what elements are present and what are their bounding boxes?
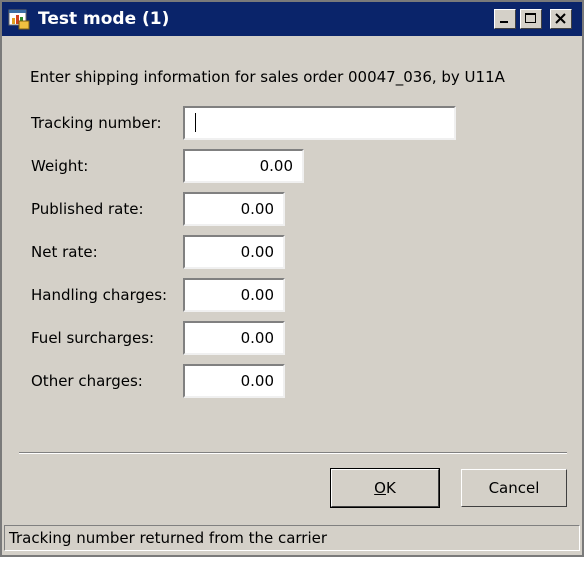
- cancel-button[interactable]: Cancel: [461, 469, 567, 507]
- dialog-window: Test mode (1) Enter shipping information…: [0, 0, 584, 557]
- fuel-surcharges-label: Fuel surcharges:: [31, 329, 155, 347]
- weight-input[interactable]: [183, 149, 304, 183]
- other-charges-label: Other charges:: [31, 372, 143, 390]
- ok-mnemonic: O: [374, 479, 386, 497]
- close-button[interactable]: [550, 9, 572, 29]
- tracking-number-label: Tracking number:: [31, 114, 162, 132]
- minimize-button[interactable]: [494, 9, 516, 29]
- published-rate-label: Published rate:: [31, 200, 144, 218]
- status-text: Tracking number returned from the carrie…: [9, 529, 328, 547]
- published-rate-input[interactable]: [183, 192, 285, 226]
- other-charges-input[interactable]: [183, 364, 285, 398]
- handling-charges-input[interactable]: [183, 278, 285, 312]
- status-bar: Tracking number returned from the carrie…: [4, 525, 580, 551]
- net-rate-label: Net rate:: [31, 243, 98, 261]
- fuel-surcharges-input[interactable]: [183, 321, 285, 355]
- separator: [19, 452, 567, 454]
- intro-text: Enter shipping information for sales ord…: [30, 68, 505, 86]
- app-icon: [8, 8, 30, 30]
- close-icon: [555, 13, 566, 24]
- tracking-number-input[interactable]: [183, 106, 456, 140]
- ok-label-rest: K: [385, 479, 396, 497]
- window-title: Test mode (1): [38, 9, 170, 29]
- net-rate-input[interactable]: [183, 235, 285, 269]
- handling-charges-label: Handling charges:: [31, 286, 168, 304]
- weight-label: Weight:: [31, 157, 89, 175]
- maximize-button[interactable]: [520, 9, 542, 29]
- maximize-icon: [525, 13, 536, 23]
- text-caret: [195, 113, 196, 132]
- ok-button[interactable]: OK: [330, 468, 440, 508]
- title-bar[interactable]: Test mode (1): [2, 2, 582, 36]
- minimize-icon: [500, 21, 508, 23]
